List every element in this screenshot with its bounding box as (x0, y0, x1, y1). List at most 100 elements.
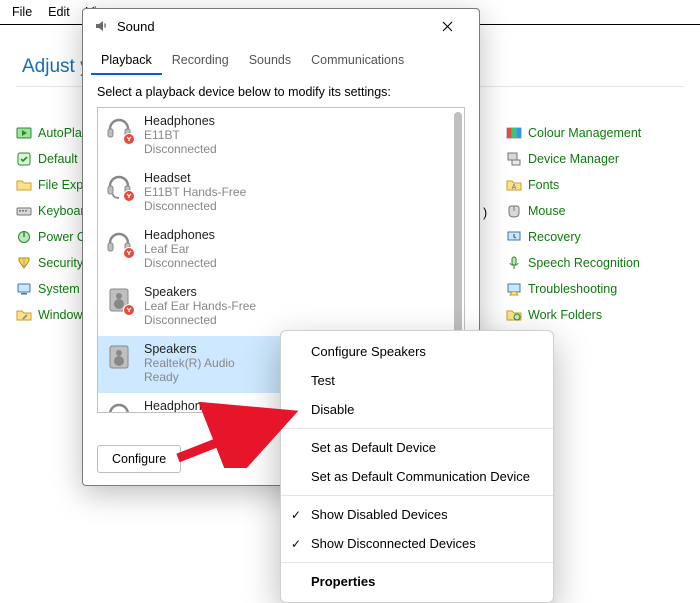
menu-item-label: Configure Speakers (311, 344, 426, 359)
device-row[interactable]: SpeakersLeaf Ear Hands-FreeDisconnected (98, 279, 452, 336)
menu-disable[interactable]: Disable (281, 395, 553, 424)
titlebar[interactable]: Sound (83, 9, 479, 43)
menu-item-label: Disable (311, 402, 354, 417)
tabs: Playback Recording Sounds Communications (83, 43, 479, 75)
stray-text: ) (483, 206, 487, 220)
menu-test[interactable]: Test (281, 366, 553, 395)
cp-item-label: AutoPlay (38, 126, 88, 140)
svg-text:A: A (512, 184, 517, 191)
tools-icon (16, 307, 32, 323)
fonts-icon: A (506, 177, 522, 193)
menu-set-as-default-device[interactable]: Set as Default Device (281, 433, 553, 462)
power-icon (16, 229, 32, 245)
device-text: HeadsetE11BT Hands-FreeDisconnected (144, 171, 246, 213)
device-text: SpeakersLeaf Ear Hands-FreeDisconnected (144, 285, 256, 327)
folder-icon (16, 177, 32, 193)
device-row[interactable]: HeadphonesE11BTDisconnected (98, 108, 452, 165)
cp-item-fonts[interactable]: A Fonts (506, 172, 641, 198)
cp-item-recovery[interactable]: Recovery (506, 224, 641, 250)
close-button[interactable] (425, 12, 469, 40)
device-status: Disconnected (144, 313, 256, 327)
cp-item-label: Device Manager (528, 152, 619, 166)
headphones-icon (104, 114, 134, 144)
check-icon: ✓ (291, 508, 301, 522)
autoplay-icon (16, 125, 32, 141)
device-row[interactable]: HeadsetE11BT Hands-FreeDisconnected (98, 165, 452, 222)
recovery-icon (506, 229, 522, 245)
cp-item-label: System (38, 282, 80, 296)
title-text: Sound (117, 19, 155, 34)
device-name: Speakers (144, 285, 256, 299)
default-icon (16, 151, 32, 167)
device-sub: Leaf Ear (144, 242, 217, 256)
scrollbar-thumb[interactable] (454, 112, 462, 364)
cp-item-label: Troubleshooting (528, 282, 617, 296)
speakers-icon (104, 342, 134, 372)
menu-separator (281, 562, 553, 563)
headphones-icon (104, 399, 134, 413)
speech-icon (506, 255, 522, 271)
headphones-icon (104, 228, 134, 258)
trouble-icon (506, 281, 522, 297)
tab-communications[interactable]: Communications (301, 47, 414, 75)
device-name: Speakers (144, 342, 235, 356)
cp-item-device-manager[interactable]: Device Manager (506, 146, 641, 172)
menu-item-label: Set as Default Communication Device (311, 469, 530, 484)
cp-item-label: Colour Management (528, 126, 641, 140)
device-text: SpeakersRealtek(R) AudioReady (144, 342, 235, 384)
cp-item-speech-recognition[interactable]: Speech Recognition (506, 250, 641, 276)
system-icon (16, 281, 32, 297)
configure-button[interactable]: Configure (97, 445, 181, 473)
device-name: Headphones (144, 228, 217, 242)
device-status: Ready (144, 370, 235, 384)
device-status: Disconnected (144, 142, 217, 156)
cp-item-work-folders[interactable]: Work Folders (506, 302, 641, 328)
tab-sounds[interactable]: Sounds (239, 47, 301, 75)
cp-item-label: Fonts (528, 178, 559, 192)
cp-item-troubleshooting[interactable]: Troubleshooting (506, 276, 641, 302)
cp-item-mouse[interactable]: Mouse (506, 198, 641, 224)
tab-recording[interactable]: Recording (162, 47, 239, 75)
menu-show-disconnected-devices[interactable]: ✓Show Disconnected Devices (281, 529, 553, 558)
work-icon (506, 307, 522, 323)
device-text: HeadphonesRealtek(R) AudioNot plugged in (144, 399, 235, 413)
device-name: Headphones (144, 114, 217, 128)
device-row[interactable]: HeadphonesLeaf EarDisconnected (98, 222, 452, 279)
cp-item-label: Speech Recognition (528, 256, 640, 270)
device-name: Headset (144, 171, 246, 185)
hint-text: Select a playback device below to modify… (83, 75, 479, 107)
headset-icon (104, 171, 134, 201)
cp-column-right: Colour Management Device Manager A Fonts Mou… (506, 120, 641, 328)
context-menu: Configure Speakers Test Disable Set as Defa… (280, 330, 554, 603)
cp-item-label: Work Folders (528, 308, 602, 322)
device-text: HeadphonesLeaf EarDisconnected (144, 228, 217, 270)
menu-set-as-default-communication-device[interactable]: Set as Default Communication Device (281, 462, 553, 491)
colour-icon (506, 125, 522, 141)
tab-playback[interactable]: Playback (91, 47, 162, 75)
speakers-icon (104, 285, 134, 315)
menu-show-disabled-devices[interactable]: ✓ Show Disabled Devices (281, 500, 553, 529)
menu-item-label: Set as Default Device (311, 440, 436, 455)
device-sub: Leaf Ear Hands-Free (144, 299, 256, 313)
security-icon (16, 255, 32, 271)
menu-separator (281, 495, 553, 496)
menu-edit[interactable]: Edit (40, 2, 78, 22)
device-text: HeadphonesE11BTDisconnected (144, 114, 217, 156)
menu-item-label: Properties (311, 574, 375, 589)
menu-properties[interactable]: Properties (281, 567, 553, 596)
device-sub: E11BT (144, 128, 217, 142)
device-name: Headphones (144, 399, 235, 413)
cp-item-label: Mouse (528, 204, 566, 218)
sound-icon (93, 18, 109, 34)
mouse-icon (506, 203, 522, 219)
device-icon (506, 151, 522, 167)
menu-configure-speakers[interactable]: Configure Speakers (281, 337, 553, 366)
keyboard-icon (16, 203, 32, 219)
cp-item-colour-management[interactable]: Colour Management (506, 120, 641, 146)
menu-item-label: Test (311, 373, 335, 388)
menu-separator (281, 428, 553, 429)
device-status: Disconnected (144, 256, 217, 270)
menu-file[interactable]: File (4, 2, 40, 22)
close-icon (442, 21, 453, 32)
menu-item-label: Show Disabled Devices (311, 507, 448, 522)
